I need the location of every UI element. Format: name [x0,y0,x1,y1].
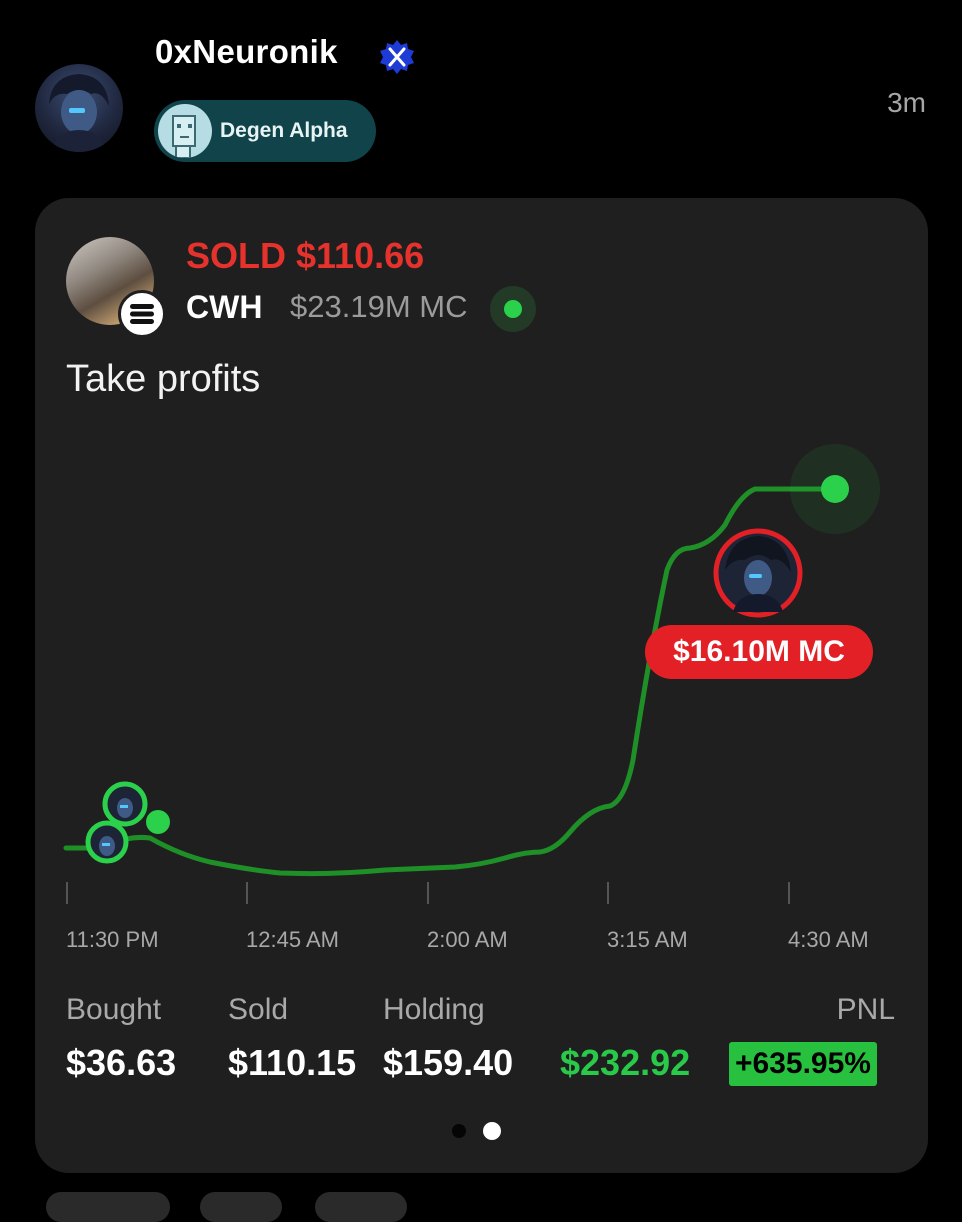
x-tick-label: 4:30 AM [788,927,869,952]
live-indicator-icon [504,300,522,318]
username[interactable]: 0xNeuronik [155,33,338,71]
sell-market-cap-label: $16.10M MC [645,625,873,679]
x-tick-label: 11:30 PM [66,927,159,952]
pnl-label: PNL [836,993,895,1026]
action-pill-3[interactable] [315,1192,407,1222]
bought-label: Bought [66,993,162,1026]
holding-value: $159.40 [383,1042,514,1083]
x-tick-label: 12:45 AM [246,927,339,952]
buy-marker-avatar-2 [85,820,129,864]
holding-label: Holding [383,993,485,1026]
buy-marker-halo [146,810,170,834]
current-price-point [821,475,849,503]
market-cap: $23.19M MC [290,289,468,324]
token-ticker[interactable]: CWH [186,289,262,326]
buy-marker-avatar-1 [102,781,148,827]
post-caption: Take profits [66,358,261,400]
action-pill-1[interactable] [46,1192,170,1222]
pnl-value: $232.92 [560,1042,691,1083]
solana-icon [118,290,166,338]
sell-marker-avatar [713,528,803,618]
price-line [63,486,838,877]
pnl-percent-badge: +635.95% [729,1042,877,1086]
x-tick-label: 2:00 AM [427,927,508,952]
price-chart[interactable] [35,420,928,980]
badge-label: Degen Alpha [220,119,348,142]
trade-action: SOLD $110.66 [186,235,425,276]
user-avatar[interactable] [35,64,123,152]
sold-value: $110.15 [228,1042,357,1083]
page-dot-2-active[interactable] [483,1122,501,1140]
community-badge[interactable]: Degen Alpha [154,100,376,162]
action-pill-2[interactable] [200,1192,282,1222]
sold-label: Sold [228,993,289,1026]
bought-value: $36.63 [66,1042,177,1083]
page-dot-1[interactable] [452,1124,466,1138]
timestamp: 3m [887,87,926,118]
x-tick-label: 3:15 AM [607,927,688,952]
punk-avatar-icon [158,104,212,158]
x-verified-icon [379,39,415,75]
